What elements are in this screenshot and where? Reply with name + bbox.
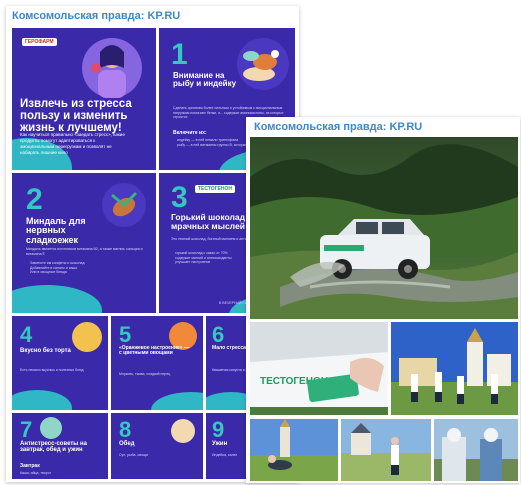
slide-7[interactable]: 7 Антистресс-советы на завтрак, обед и у… (12, 413, 108, 479)
slide-2-title: Миндаль для нервных сладкоежек (26, 216, 86, 245)
decor-blob (151, 392, 203, 410)
bullet: Или в овощные блюда (30, 270, 67, 275)
slide-2-bullets: Замените им конфеты и шоколад Добавляйте… (30, 261, 146, 275)
slide-8-body: Суп, рыба, овощи (119, 453, 148, 457)
slide-4[interactable]: 4 Вкусно без торта Есть немало вкусных и… (12, 316, 108, 410)
slide-4-number: 4 (20, 322, 33, 347)
fish-turkey-illustration (237, 38, 289, 90)
slide-8[interactable]: 8 Обед Суп, рыба, овощи (111, 413, 203, 479)
slide-4-body: Есть немало вкусных и полезных блюд (20, 368, 84, 372)
slide-8-number: 8 (119, 417, 132, 442)
slide-7-title: Антистресс-советы на завтрак, обед и ужи… (20, 441, 88, 454)
decor-blob (12, 285, 102, 313)
slide-5[interactable]: 5 «Оранжевое настроение» — с цветными ов… (111, 316, 203, 410)
slide-7-body: Каша, яйца, творог (20, 471, 51, 475)
woman-eating-illustration (82, 38, 142, 98)
slide-7-number: 7 (20, 417, 33, 442)
slide-9-number: 9 (212, 417, 225, 442)
photo-suv-water[interactable] (250, 137, 518, 319)
gerofarm-logo: ГЕРОФАРМ (22, 38, 57, 46)
photo-runners-cathedral[interactable] (391, 322, 518, 415)
slide-5-title: «Оранжевое настроение» — с цветными овощ… (119, 345, 189, 357)
slide-7-subhead: Завтрак (20, 463, 40, 469)
slide-2-body: Миндаль является источником витамина B2,… (26, 247, 143, 256)
right-card-source-title[interactable]: Комсомольская правда: KP.RU (254, 121, 422, 133)
slide-6-number: 6 (212, 322, 225, 347)
slide-1-title: Внимание на рыбу и индейку (173, 71, 237, 89)
photo-participants-helmets[interactable] (434, 419, 518, 481)
photo-participants-grass[interactable] (250, 419, 338, 481)
slide-cover-title: Извлечь из стресса пользу и изменить жиз… (20, 98, 132, 135)
slide-1-number: 1 (171, 38, 188, 71)
slide-8-title: Обед (119, 441, 135, 447)
slide-4-title: Вкусно без торта (20, 348, 71, 354)
slide-2-number: 2 (26, 183, 43, 216)
slide-3-number: 3 (171, 181, 188, 214)
right-post-card[interactable]: Комсомольская правда: KP.RU ТЕСТОГЕНОН (246, 117, 520, 483)
slide-1-subhead: Включите их: (173, 130, 207, 136)
food-illustration (40, 417, 62, 439)
slide-cover-body: Как научиться правильно «заедать стресс»… (20, 132, 125, 156)
slide-2[interactable]: 2 Миндаль для нервных сладкоежек Миндаль… (12, 173, 156, 313)
testogenon-logo: ТЕСТОГЕНОН (195, 185, 235, 193)
almond-illustration (102, 183, 146, 227)
decor-blob (12, 390, 72, 410)
slide-5-body: Морковь, тыква, сладкий перец (119, 372, 171, 376)
left-card-source-title[interactable]: Комсомольская правда: KP.RU (12, 10, 180, 22)
lunch-illustration (171, 419, 195, 443)
slide-cover[interactable]: ГЕРОФАРМ Извлечь из стресса пользу и изм… (12, 28, 156, 170)
photo-participant-poles[interactable] (341, 419, 431, 481)
slide-5-number: 5 (119, 322, 132, 347)
photo-car-door-card[interactable]: ТЕСТОГЕНОН (250, 322, 388, 415)
